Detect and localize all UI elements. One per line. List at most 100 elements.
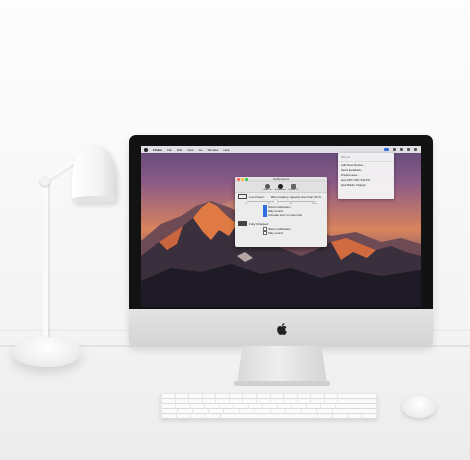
key	[301, 409, 316, 413]
status-dropdown-menu: iPhone Add New Device... Send feedback..…	[338, 153, 394, 199]
checkbox-box[interactable]	[263, 231, 267, 235]
tick-label: 10	[245, 203, 248, 205]
tab-about[interactable]: About Us	[263, 183, 272, 191]
tab-update[interactable]: Update UX	[288, 183, 299, 191]
fully-charged-label: Fully Charged:	[249, 221, 269, 226]
menu-help[interactable]: Help	[223, 148, 229, 152]
tab-about-label: About Us	[263, 188, 272, 191]
key	[162, 414, 176, 418]
key-row	[160, 399, 378, 403]
key	[317, 409, 332, 413]
minimize-button[interactable]	[241, 178, 244, 181]
key	[229, 394, 243, 398]
key	[318, 414, 332, 418]
key	[324, 394, 338, 398]
key	[234, 404, 248, 408]
menu-window[interactable]: Window	[208, 148, 219, 152]
lamp-base	[12, 337, 82, 367]
key	[243, 394, 256, 398]
key	[297, 394, 311, 398]
key	[191, 414, 206, 418]
close-button[interactable]	[237, 178, 240, 181]
key	[338, 399, 376, 403]
key	[311, 399, 324, 403]
wifi-icon[interactable]	[393, 148, 396, 151]
search-icon[interactable]	[407, 148, 410, 151]
key	[175, 394, 189, 398]
key	[206, 414, 220, 418]
dropdown-separator	[338, 161, 394, 162]
key	[335, 404, 377, 408]
key	[256, 399, 270, 403]
key	[284, 399, 297, 403]
key-row	[160, 409, 378, 413]
lamp-shade-rim	[72, 196, 116, 203]
menu-edit[interactable]: Edit	[177, 148, 182, 152]
key	[189, 399, 202, 403]
low-power-slider[interactable]	[247, 200, 315, 203]
checkbox-full-play-sound[interactable]: Play sound	[235, 231, 327, 235]
key	[216, 399, 229, 403]
key	[189, 394, 202, 398]
key	[216, 394, 229, 398]
imac-stand-foot	[234, 381, 330, 386]
key	[284, 394, 297, 398]
battery-icon	[238, 194, 247, 199]
zoom-button[interactable]	[245, 178, 248, 181]
menu-file[interactable]: File	[167, 148, 172, 152]
menu-view[interactable]: View	[187, 148, 193, 152]
lamp-post	[43, 180, 48, 342]
key	[208, 409, 223, 413]
tab-notifications[interactable]: Notifications	[275, 183, 286, 191]
checkbox-label: Animate icon in menu bar	[268, 213, 303, 217]
key-row	[160, 394, 378, 398]
key	[347, 414, 362, 418]
key	[190, 404, 205, 408]
apple-logo-icon	[277, 323, 287, 335]
key-row	[160, 404, 378, 408]
dropdown-header: iPhone	[341, 155, 351, 159]
key	[162, 394, 175, 398]
key	[229, 399, 243, 403]
key	[270, 409, 285, 413]
key	[256, 394, 270, 398]
keyboard	[160, 393, 378, 419]
tab-update-label: Update UX	[288, 188, 299, 191]
key	[324, 399, 338, 403]
menu-item-quit[interactable]: Quit Battie Charge	[338, 183, 394, 188]
volume-icon[interactable]	[400, 148, 403, 151]
low-power-row: Low Power: When battery capacity less th…	[235, 193, 327, 200]
lamp-joint	[40, 176, 50, 186]
key	[193, 409, 208, 413]
key	[321, 404, 335, 408]
key	[162, 399, 175, 403]
menu-app-name[interactable]: Finder	[153, 148, 162, 152]
key	[162, 404, 176, 408]
checkbox-box[interactable]	[263, 213, 267, 217]
key	[176, 414, 191, 418]
key	[338, 394, 376, 398]
window-traffic-lights	[237, 178, 248, 181]
key	[202, 394, 216, 398]
checkbox-label: Play sound	[268, 231, 283, 235]
lamp-shade	[72, 146, 116, 202]
key	[270, 394, 284, 398]
key	[248, 404, 263, 408]
checkbox-animate-icon[interactable]: Animate icon in menu bar	[235, 213, 327, 217]
list-icon[interactable]	[414, 148, 417, 151]
menu-go[interactable]: Go	[199, 148, 203, 152]
window-titlebar: Notifications	[235, 177, 327, 182]
key	[162, 409, 177, 413]
window-title: Notifications	[272, 177, 290, 181]
battery-full-icon	[238, 221, 247, 226]
key-row	[160, 414, 378, 418]
magic-mouse	[402, 396, 436, 418]
key	[306, 404, 321, 408]
key	[286, 409, 301, 413]
apple-menu-icon[interactable]	[144, 147, 148, 152]
window-toolbar: About Us Notifications Update UX	[235, 182, 327, 193]
battery-status-icon[interactable]	[384, 148, 389, 151]
key	[220, 414, 318, 418]
tick-label: 40 %	[312, 203, 317, 205]
key	[219, 404, 234, 408]
